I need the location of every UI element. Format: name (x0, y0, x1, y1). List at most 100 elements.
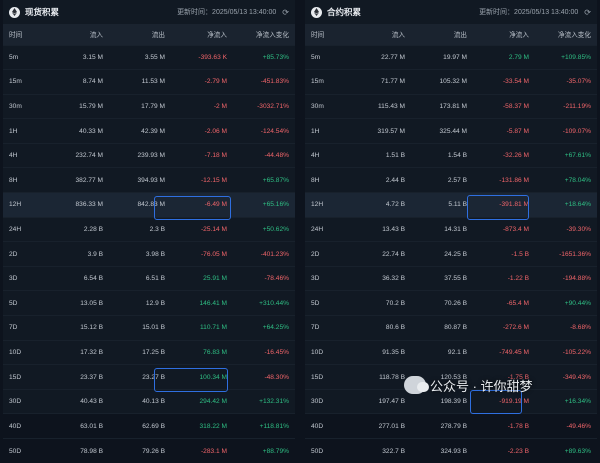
net-change-cell: +132.31% (233, 389, 295, 414)
inflow-cell: 382.77 M (47, 168, 109, 193)
net-change-cell: -8.68% (535, 316, 597, 341)
net-inflow-cell: -76.05 M (171, 242, 233, 267)
outflow-cell: 37.55 B (411, 266, 473, 291)
period-cell: 5m (305, 45, 349, 70)
outflow-cell: 40.13 B (109, 389, 171, 414)
inflow-cell: 13.43 B (349, 217, 411, 242)
net-inflow-cell: -1.22 B (473, 266, 535, 291)
outflow-cell: 2.3 B (109, 217, 171, 242)
net-inflow-cell: -33.54 M (473, 70, 535, 95)
inflow-cell: 2.28 B (47, 217, 109, 242)
period-cell: 24H (305, 217, 349, 242)
spot-accumulation-panel: 现货积累 更新时间：2025/05/13 13:40:00 ⟳ 时间流入流出净流… (3, 0, 295, 413)
table-row: 7D80.6 B80.87 B-272.6 M-8.68% (305, 316, 597, 341)
net-inflow-cell: -6.49 M (171, 193, 233, 218)
net-inflow-cell: -283.1 M (171, 439, 233, 463)
net-change-cell: +67.61% (535, 143, 597, 168)
column-header: 流入 (349, 24, 411, 45)
period-cell: 30m (305, 94, 349, 119)
net-inflow-cell: -749.45 M (473, 340, 535, 365)
net-change-cell: -44.48% (233, 143, 295, 168)
table-row: 5D70.2 B70.26 B-65.4 M+90.44% (305, 291, 597, 316)
net-change-cell: +310.44% (233, 291, 295, 316)
outflow-cell: 17.25 B (109, 340, 171, 365)
outflow-cell: 325.44 M (411, 119, 473, 144)
net-change-cell: -39.30% (535, 217, 597, 242)
period-cell: 2D (3, 242, 47, 267)
net-inflow-cell: 25.91 M (171, 266, 233, 291)
inflow-cell: 71.77 M (349, 70, 411, 95)
period-cell: 8H (305, 168, 349, 193)
period-cell: 5m (3, 45, 47, 70)
outflow-cell: 80.87 B (411, 316, 473, 341)
inflow-cell: 78.98 B (47, 439, 109, 463)
net-inflow-cell: 76.83 M (171, 340, 233, 365)
table-row: 5D13.05 B12.9 B146.41 M+310.44% (3, 291, 295, 316)
table-header-row: 时间流入流出净流入净流入变化 (3, 24, 295, 45)
table-row: 10D91.35 B92.1 B-749.45 M-105.22% (305, 340, 597, 365)
outflow-cell: 324.93 B (411, 439, 473, 463)
column-header: 流入 (47, 24, 109, 45)
net-change-cell: -16.45% (233, 340, 295, 365)
wechat-icon (404, 376, 426, 394)
table-row: 1H40.33 M42.39 M-2.06 M-124.54% (3, 119, 295, 144)
net-inflow-cell: -25.14 M (171, 217, 233, 242)
inflow-cell: 115.43 M (349, 94, 411, 119)
net-inflow-cell: -65.4 M (473, 291, 535, 316)
net-change-cell: +89.63% (535, 439, 597, 463)
inflow-cell: 118.78 B (349, 365, 411, 390)
outflow-cell: 173.81 M (411, 94, 473, 119)
inflow-cell: 15.79 M (47, 94, 109, 119)
column-header: 净流入变化 (535, 24, 597, 45)
period-cell: 10D (3, 340, 47, 365)
period-cell: 30m (3, 94, 47, 119)
period-cell: 15m (3, 70, 47, 95)
period-cell: 2D (305, 242, 349, 267)
panel-title: 合约积累 (327, 6, 361, 18)
net-change-cell: -35.07% (535, 70, 597, 95)
period-cell: 1H (3, 119, 47, 144)
table-row: 8H382.77 M394.93 M-12.15 M+65.87% (3, 168, 295, 193)
inflow-cell: 319.57 M (349, 119, 411, 144)
net-change-cell: +109.85% (535, 45, 597, 70)
period-cell: 3D (305, 266, 349, 291)
period-cell: 30D (3, 389, 47, 414)
period-cell: 12H (3, 193, 47, 218)
outflow-cell: 12.9 B (109, 291, 171, 316)
period-cell: 40D (305, 414, 349, 439)
period-cell: 5D (305, 291, 349, 316)
inflow-cell: 6.54 B (47, 266, 109, 291)
period-cell: 12H (305, 193, 349, 218)
table-row: 1H319.57 M325.44 M-5.87 M-109.07% (305, 119, 597, 144)
net-inflow-cell: -873.4 M (473, 217, 535, 242)
period-cell: 8H (3, 168, 47, 193)
refresh-icon[interactable]: ⟳ (584, 8, 591, 17)
outflow-cell: 14.31 B (411, 217, 473, 242)
net-change-cell: +85.73% (233, 45, 295, 70)
net-inflow-cell: -131.86 M (473, 168, 535, 193)
outflow-cell: 3.98 B (109, 242, 171, 267)
table-row: 5m3.15 M3.55 M-393.63 K+85.73% (3, 45, 295, 70)
period-cell: 4H (3, 143, 47, 168)
inflow-cell: 4.72 B (349, 193, 411, 218)
net-change-cell: -194.88% (535, 266, 597, 291)
outflow-cell: 394.93 M (109, 168, 171, 193)
flow-table: 时间流入流出净流入净流入变化 5m3.15 M3.55 M-393.63 K+8… (3, 24, 295, 463)
net-change-cell: -78.46% (233, 266, 295, 291)
period-cell: 50D (305, 439, 349, 463)
refresh-icon[interactable]: ⟳ (282, 8, 289, 17)
table-row: 12H4.72 B5.11 B-391.81 M+18.64% (305, 193, 597, 218)
table-body: 5m3.15 M3.55 M-393.63 K+85.73%15m8.74 M1… (3, 45, 295, 463)
net-inflow-cell: -391.81 M (473, 193, 535, 218)
column-header: 净流入 (171, 24, 233, 45)
period-cell: 4H (305, 143, 349, 168)
inflow-cell: 22.77 M (349, 45, 411, 70)
watermark: 公众号 · 许你甜梦 (404, 372, 533, 398)
table-row: 3D36.32 B37.55 B-1.22 B-194.88% (305, 266, 597, 291)
period-cell: 30D (305, 389, 349, 414)
period-cell: 15D (3, 365, 47, 390)
inflow-cell: 277.01 B (349, 414, 411, 439)
net-change-cell: +16.34% (535, 389, 597, 414)
inflow-cell: 36.32 B (349, 266, 411, 291)
net-change-cell: -48.30% (233, 365, 295, 390)
